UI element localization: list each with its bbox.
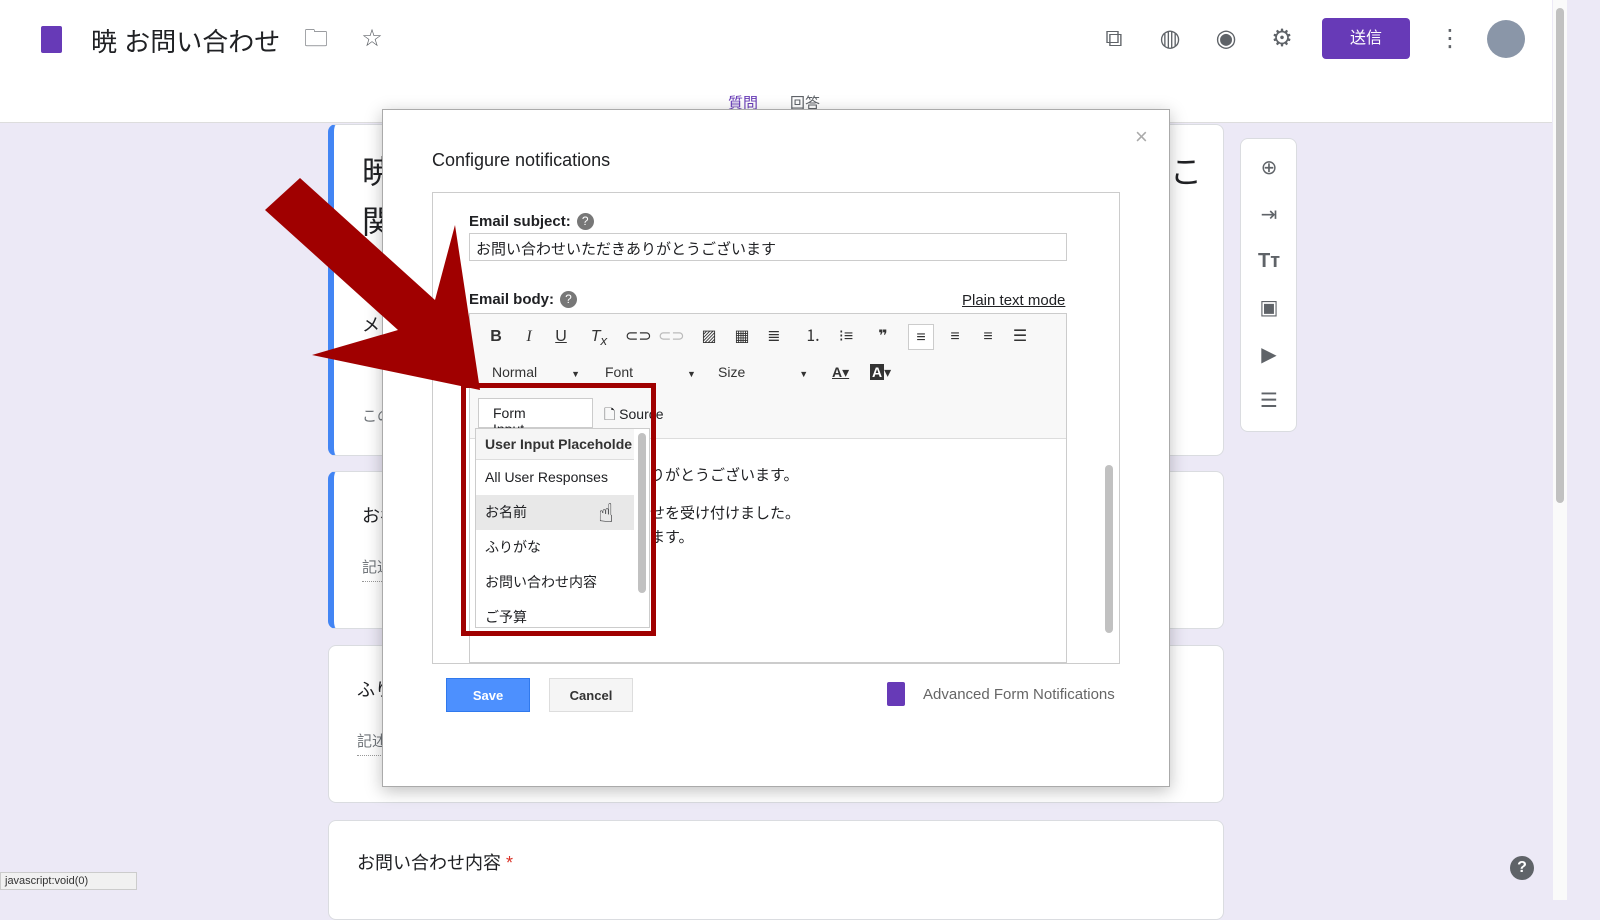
save-button[interactable]: Save	[446, 678, 530, 712]
justify-icon[interactable]: ☰	[1007, 324, 1033, 350]
preview-eye-icon[interactable]: ◉	[1211, 24, 1241, 54]
question-title: お問い合わせ内容 *	[357, 849, 513, 875]
align-center-icon[interactable]: ≡	[942, 324, 968, 350]
align-right-icon[interactable]: ≡	[975, 324, 1001, 350]
question-card-inquiry[interactable]: お問い合わせ内容 *	[328, 820, 1224, 920]
help-icon[interactable]: ?	[1510, 856, 1534, 880]
side-toolbar: ⊕ ⇥ Tт ▣ ▶ ☰	[1240, 138, 1297, 432]
add-image-icon[interactable]: ▣	[1255, 294, 1283, 322]
add-section-icon[interactable]: ☰	[1255, 387, 1283, 415]
content-scrollbar[interactable]	[1105, 465, 1113, 633]
arrow-shape	[265, 178, 480, 390]
more-vert-icon[interactable]: ⋮	[1435, 24, 1465, 54]
addon-name: Advanced Form Notifications	[923, 686, 1115, 703]
background-color-icon[interactable]: A ▾	[870, 364, 891, 381]
form-title-right: こ	[1170, 154, 1203, 190]
avatar[interactable]	[1487, 20, 1525, 58]
addon-logo-icon	[887, 682, 905, 706]
send-button[interactable]: 送信	[1322, 18, 1410, 59]
body-text: りがとうございます。	[650, 467, 799, 484]
close-icon[interactable]: ×	[1135, 124, 1148, 150]
highlight-box	[461, 383, 656, 636]
size-dropdown[interactable]: Size ▼	[718, 364, 808, 380]
body-text: ます。	[650, 529, 694, 546]
body-text: せを受け付けました。	[650, 505, 801, 522]
import-questions-icon[interactable]: ⇥	[1255, 201, 1283, 229]
status-bar: javascript:void(0)	[0, 872, 137, 890]
blockquote-icon[interactable]: ❞	[870, 324, 896, 350]
align-left-icon[interactable]: ≡	[908, 324, 934, 350]
chevron-down-icon: ▼	[799, 369, 809, 379]
bulleted-list-icon[interactable]: ⁝≡	[833, 324, 859, 350]
settings-gear-icon[interactable]: ⚙	[1267, 24, 1297, 54]
page-scrollbar[interactable]	[1553, 0, 1567, 900]
required-mark: *	[506, 853, 514, 873]
add-title-icon[interactable]: Tт	[1255, 247, 1283, 275]
page-scrollbar-thumb[interactable]	[1556, 8, 1564, 503]
size-value: Size	[718, 364, 746, 380]
addon-puzzle-icon[interactable]: ⧉	[1099, 24, 1129, 54]
text-color-icon[interactable]: A▾	[832, 364, 849, 381]
palette-icon[interactable]: ◍	[1155, 24, 1185, 54]
cancel-button[interactable]: Cancel	[549, 678, 633, 712]
table-icon[interactable]: ▦	[729, 324, 755, 350]
question-title-text: お問い合わせ内容	[357, 853, 501, 873]
add-question-icon[interactable]: ⊕	[1255, 154, 1283, 182]
numbered-list-icon[interactable]: ⒈	[800, 324, 826, 350]
horizontal-rule-icon[interactable]: ≣	[761, 324, 787, 350]
add-video-icon[interactable]: ▶	[1255, 341, 1283, 369]
plain-text-mode-link[interactable]: Plain text mode	[962, 292, 1065, 309]
annotation-arrow	[265, 178, 480, 390]
